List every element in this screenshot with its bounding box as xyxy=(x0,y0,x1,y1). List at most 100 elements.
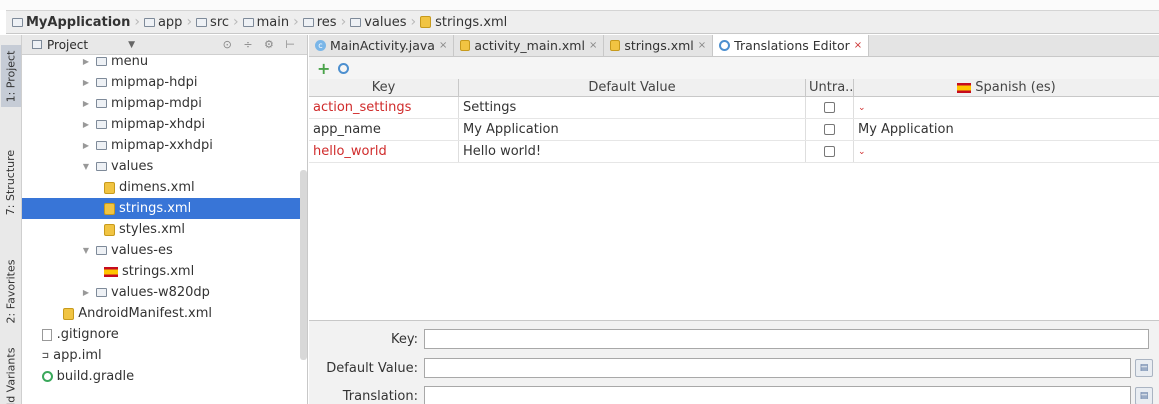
collapsed-arrow-icon[interactable]: ▶ xyxy=(80,78,92,87)
default-value-cell[interactable]: Hello world! xyxy=(459,141,806,162)
editor-tab-label: activity_main.xml xyxy=(474,38,585,53)
spanish-cell[interactable]: ⌄ xyxy=(854,141,1159,162)
add-key-icon[interactable]: + xyxy=(317,59,330,78)
untranslatable-cell xyxy=(806,97,854,118)
column-header-untranslatable[interactable]: Untra... xyxy=(806,79,854,96)
default-value-cell[interactable]: Settings xyxy=(459,97,806,118)
tree-item-label: .gitignore xyxy=(56,327,119,342)
table-row[interactable]: app_name My Application My Application xyxy=(309,119,1159,141)
breadcrumb-item[interactable]: src xyxy=(196,15,229,30)
breadcrumb-item[interactable]: res xyxy=(302,15,337,30)
translations-toolbar: + xyxy=(309,57,1159,79)
project-view-selector[interactable]: Project xyxy=(47,38,88,52)
key-input[interactable] xyxy=(424,329,1149,349)
folder-icon xyxy=(96,99,107,108)
tree-item[interactable]: strings.xml xyxy=(22,198,302,219)
collapsed-arrow-icon[interactable]: ▶ xyxy=(80,99,92,108)
untranslatable-checkbox[interactable] xyxy=(824,124,835,135)
untranslatable-checkbox[interactable] xyxy=(824,102,835,113)
breadcrumb-separator-icon: › xyxy=(340,14,347,30)
close-icon[interactable]: × xyxy=(698,40,706,51)
project-panel: Project ▼ ⊙ ÷ ⚙ ⊢ ▶ menu ▶ mipmap-hdpi ▶ mipm… xyxy=(22,35,308,404)
tree-item[interactable]: dimens.xml xyxy=(22,177,302,198)
breadcrumb-label: main xyxy=(256,14,290,30)
chevron-down-icon[interactable]: ▼ xyxy=(128,40,135,50)
expand-editor-icon[interactable]: ▤ xyxy=(1135,359,1153,377)
collapsed-arrow-icon[interactable]: ▶ xyxy=(80,288,92,297)
collapsed-arrow-icon[interactable]: ▶ xyxy=(80,141,92,150)
expanded-arrow-icon[interactable]: ▼ xyxy=(80,246,92,255)
editor-tab[interactable]: c MainActivity.java × xyxy=(309,35,455,56)
collapsed-arrow-icon[interactable]: ▶ xyxy=(80,120,92,129)
breadcrumb-separator-icon: › xyxy=(233,14,239,30)
expand-editor-icon[interactable]: ▤ xyxy=(1135,387,1153,404)
tree-item[interactable]: .gitignore xyxy=(22,324,302,345)
editor-tab[interactable]: Translations Editor × xyxy=(713,35,870,56)
key-cell[interactable]: action_settings xyxy=(309,97,459,118)
tool-tab-build-variants[interactable]: Build Variants xyxy=(1,347,21,404)
tool-tab-favorites[interactable]: 2: Favorites xyxy=(1,251,21,331)
tree-item[interactable]: ▶ mipmap-xxhdpi xyxy=(22,135,302,156)
java-class-icon: c xyxy=(315,40,326,51)
tree-item[interactable]: ▶ mipmap-mdpi xyxy=(22,93,302,114)
xml-file-icon xyxy=(104,223,115,236)
xml-file-icon xyxy=(63,307,75,320)
panel-tools-icons[interactable]: ⊙ ÷ ⚙ ⊢ xyxy=(223,38,299,51)
editor-tab[interactable]: strings.xml × xyxy=(604,35,714,56)
default-value-cell[interactable]: My Application xyxy=(459,119,806,140)
collapsed-arrow-icon[interactable]: ▶ xyxy=(80,57,92,66)
table-row[interactable]: hello_world Hello world! ⌄ xyxy=(309,141,1159,163)
text-file-icon xyxy=(41,328,52,341)
tree-item[interactable]: AndroidManifest.xml xyxy=(22,303,302,324)
column-header-key[interactable]: Key xyxy=(309,79,459,96)
key-cell[interactable]: hello_world xyxy=(309,141,459,162)
table-row[interactable]: action_settings Settings ⌄ xyxy=(309,97,1159,119)
tool-tab-project[interactable]: 1: Project xyxy=(1,45,21,107)
tree-item-label: mipmap-xxhdpi xyxy=(111,138,213,153)
column-header-default-value[interactable]: Default Value xyxy=(459,79,806,96)
table-header: Key Default Value Untra... Spanish (es) xyxy=(309,79,1159,97)
folder-icon xyxy=(350,17,362,27)
close-icon[interactable]: × xyxy=(439,40,447,51)
tree-item[interactable]: ▶ menu xyxy=(22,51,302,72)
breadcrumb-label: strings.xml xyxy=(435,14,508,30)
editor-tab[interactable]: activity_main.xml × xyxy=(454,35,605,56)
folder-icon xyxy=(96,288,107,297)
xml-file-icon xyxy=(104,202,115,215)
breadcrumb-item[interactable]: strings.xml xyxy=(420,15,507,30)
breadcrumb-item[interactable]: main xyxy=(242,14,290,30)
tree-item-label: mipmap-hdpi xyxy=(111,75,198,90)
breadcrumb-item[interactable]: values xyxy=(350,15,406,30)
close-icon[interactable]: × xyxy=(854,40,862,51)
breadcrumb-separator-icon: › xyxy=(293,14,299,30)
breadcrumb-label: MyApplication xyxy=(26,14,131,30)
tree-item-label: values-w820dp xyxy=(111,285,210,300)
spanish-cell[interactable]: ⌄ xyxy=(854,97,1159,118)
breadcrumb-separator-icon: › xyxy=(134,14,140,30)
add-locale-icon[interactable] xyxy=(338,62,350,74)
tree-item[interactable]: ▼ values xyxy=(22,156,302,177)
expanded-arrow-icon[interactable]: ▼ xyxy=(80,162,92,171)
tree-item[interactable]: ▼ values-es xyxy=(22,240,302,261)
close-icon[interactable]: × xyxy=(589,40,597,51)
breadcrumb-item[interactable]: MyApplication xyxy=(12,15,130,30)
tree-item[interactable]: ▶ mipmap-xhdpi xyxy=(22,114,302,135)
tree-item-label: strings.xml xyxy=(119,201,192,216)
tree-item[interactable]: ⊐ app.iml xyxy=(22,345,302,366)
project-scrollbar[interactable] xyxy=(300,170,307,360)
key-cell[interactable]: app_name xyxy=(309,119,459,140)
translation-input[interactable] xyxy=(424,386,1131,404)
untranslatable-checkbox[interactable] xyxy=(824,146,835,157)
tree-item[interactable]: build.gradle xyxy=(22,366,302,387)
column-header-spanish[interactable]: Spanish (es) xyxy=(854,79,1159,96)
default-value-input[interactable] xyxy=(424,358,1131,378)
spanish-cell[interactable]: My Application xyxy=(854,119,1159,140)
tree-item[interactable]: styles.xml xyxy=(22,219,302,240)
spain-flag-icon xyxy=(957,82,972,93)
tool-tab-structure[interactable]: 7: Structure xyxy=(1,143,21,221)
tree-item[interactable]: ▶ mipmap-hdpi xyxy=(22,72,302,93)
tree-item[interactable]: ▶ values-w820dp xyxy=(22,282,302,303)
tree-item[interactable]: strings.xml xyxy=(22,261,302,282)
translations-table: Key Default Value Untra... Spanish (es) … xyxy=(309,79,1159,163)
breadcrumb-item[interactable]: app xyxy=(143,15,182,30)
